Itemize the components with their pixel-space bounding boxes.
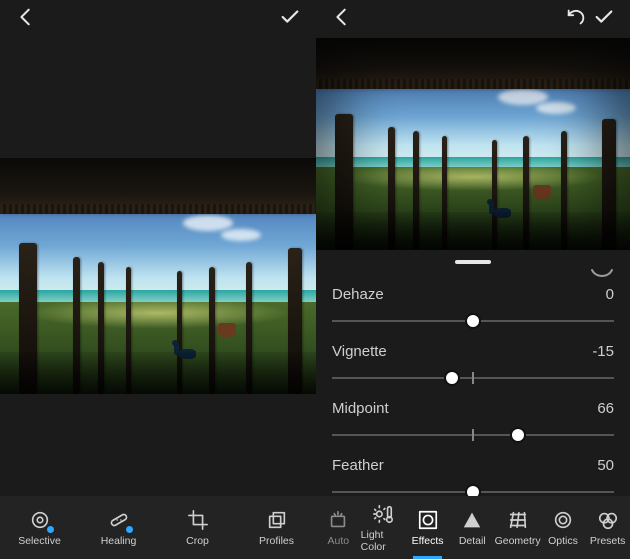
premium-badge-icon bbox=[46, 525, 55, 534]
tool-label: Presets bbox=[590, 535, 626, 547]
collapse-arc-icon[interactable] bbox=[316, 268, 630, 282]
checkmark-icon bbox=[593, 6, 615, 28]
toolbar-left: Selective Healing Crop Profiles bbox=[0, 496, 316, 559]
slider-thumb[interactable] bbox=[510, 427, 526, 443]
slider-vignette[interactable]: Vignette -15 bbox=[332, 343, 614, 388]
vignette-sq-icon bbox=[417, 509, 439, 531]
tool-presets[interactable]: Presets bbox=[585, 496, 630, 559]
slider-thumb[interactable] bbox=[444, 370, 460, 386]
tool-label: Detail bbox=[459, 535, 486, 547]
slider-value: 0 bbox=[606, 286, 614, 303]
confirm-button[interactable] bbox=[590, 3, 618, 31]
tool-detail[interactable]: Detail bbox=[450, 496, 495, 559]
right-pane: Dehaze 0 Vignette -15 Midpoint 66 Feathe… bbox=[316, 0, 630, 559]
tool-label: Profiles bbox=[259, 535, 294, 547]
tool-optics[interactable]: Optics bbox=[541, 496, 586, 559]
right-topbar bbox=[316, 0, 630, 34]
tool-label: Selective bbox=[18, 535, 61, 547]
chevron-left-icon bbox=[15, 6, 37, 28]
tool-selective[interactable]: Selective bbox=[0, 496, 79, 559]
presets-icon bbox=[597, 509, 619, 531]
tool-crop[interactable]: Crop bbox=[158, 496, 237, 559]
slider-value: 50 bbox=[597, 457, 614, 474]
target-icon bbox=[29, 509, 51, 531]
tool-profiles[interactable]: Profiles bbox=[237, 496, 316, 559]
slider-dehaze[interactable]: Dehaze 0 bbox=[332, 286, 614, 331]
left-topbar bbox=[0, 0, 316, 34]
stacksquare-icon bbox=[266, 509, 288, 531]
crop-icon bbox=[187, 509, 209, 531]
tool-label: Geometry bbox=[495, 535, 541, 547]
tool-label: Healing bbox=[101, 535, 137, 547]
slider-thumb[interactable] bbox=[465, 313, 481, 329]
confirm-button[interactable] bbox=[276, 3, 304, 31]
bandaid-icon bbox=[108, 509, 130, 531]
tool-label: Auto bbox=[328, 535, 350, 547]
photo-preview-right[interactable] bbox=[316, 38, 630, 250]
slider-track[interactable] bbox=[332, 368, 614, 388]
toolbar-right: Auto Light Color Effects Detail Geometry… bbox=[316, 496, 630, 559]
slider-track[interactable] bbox=[332, 425, 614, 445]
lens-icon bbox=[552, 509, 574, 531]
slider-label: Dehaze bbox=[332, 286, 384, 303]
sun-therm-icon bbox=[372, 503, 394, 525]
tool-label: Effects bbox=[412, 535, 444, 547]
panel-drag-handle[interactable] bbox=[455, 260, 491, 264]
triangle-icon bbox=[461, 509, 483, 531]
grid3d-icon bbox=[507, 509, 529, 531]
premium-badge-icon bbox=[125, 525, 134, 534]
slider-label: Feather bbox=[332, 457, 384, 474]
slider-track[interactable] bbox=[332, 311, 614, 331]
slider-value: -15 bbox=[592, 343, 614, 360]
undo-button[interactable] bbox=[562, 3, 590, 31]
tool-healing[interactable]: Healing bbox=[79, 496, 158, 559]
photo-preview-left[interactable] bbox=[0, 158, 316, 394]
slider-label: Vignette bbox=[332, 343, 387, 360]
undo-icon bbox=[565, 6, 587, 28]
slider-label: Midpoint bbox=[332, 400, 389, 417]
back-button[interactable] bbox=[328, 3, 356, 31]
back-button[interactable] bbox=[12, 3, 40, 31]
tool-auto[interactable]: Auto bbox=[316, 496, 361, 559]
tool-effects[interactable]: Effects bbox=[405, 496, 450, 559]
left-pane: Selective Healing Crop Profiles bbox=[0, 0, 316, 559]
tool-label: Light Color bbox=[361, 529, 406, 553]
tool-label: Optics bbox=[548, 535, 578, 547]
tool-geometry[interactable]: Geometry bbox=[495, 496, 541, 559]
magic-icon bbox=[327, 509, 349, 531]
tool-light[interactable]: Light Color bbox=[361, 496, 406, 559]
checkmark-icon bbox=[279, 6, 301, 28]
chevron-left-icon bbox=[331, 6, 353, 28]
slider-midpoint[interactable]: Midpoint 66 bbox=[332, 400, 614, 445]
slider-value: 66 bbox=[597, 400, 614, 417]
tool-label: Crop bbox=[186, 535, 209, 547]
